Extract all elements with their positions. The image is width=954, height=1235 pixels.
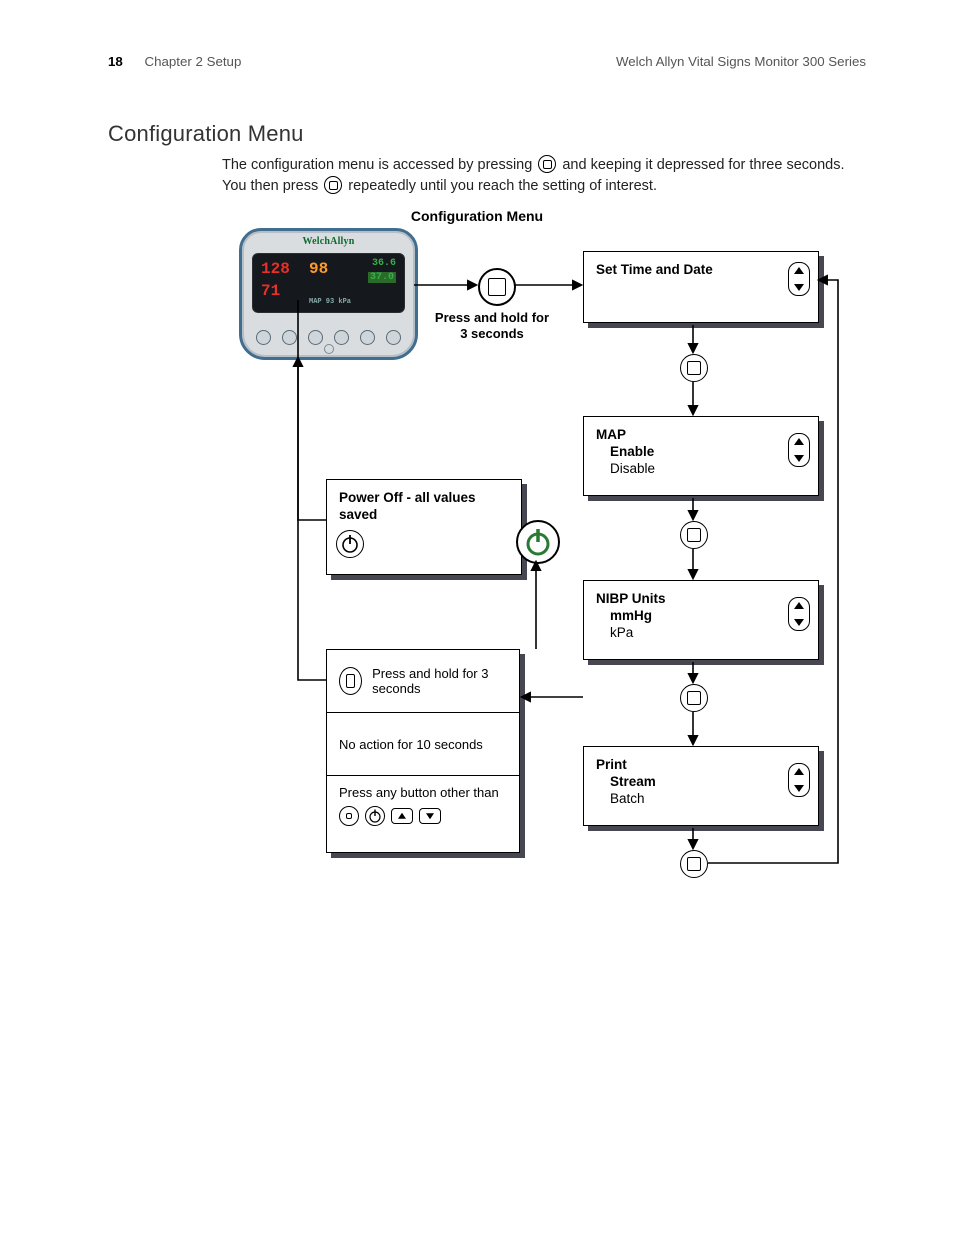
reading-sys: 128 bbox=[261, 260, 290, 278]
reading-note: MAP 93 kPa bbox=[309, 298, 351, 306]
device-stud bbox=[324, 344, 334, 354]
up-button-icon bbox=[391, 808, 413, 824]
down-button-icon bbox=[419, 808, 441, 824]
device-screen: 128 98 36.6 37.0 71 MAP 93 kPa bbox=[252, 253, 405, 313]
press-hold-label: Press and hold for 3 seconds bbox=[432, 310, 552, 341]
reading-dia: 71 bbox=[261, 282, 280, 300]
manual-page: 18 Chapter 2 Setup Welch Allyn Vital Sig… bbox=[0, 0, 954, 1235]
up-down-icon bbox=[788, 597, 810, 631]
reading-temp2: 37.0 bbox=[368, 272, 396, 283]
menu-button-icon bbox=[478, 268, 516, 306]
menu-button-icon bbox=[339, 806, 359, 826]
power-icon bbox=[336, 530, 364, 558]
figure-title: Configuration Menu bbox=[0, 208, 954, 224]
device-brand: WelchAllyn bbox=[242, 236, 415, 247]
menu-button-icon bbox=[680, 521, 708, 549]
up-down-icon bbox=[788, 433, 810, 467]
menu-button-icon bbox=[339, 667, 362, 695]
exit-conditions-stack: Press and hold for 3 seconds No action f… bbox=[326, 649, 520, 853]
menu-button-icon bbox=[680, 850, 708, 878]
cell-no-action: No action for 10 seconds bbox=[326, 713, 520, 776]
power-exit-icon bbox=[516, 520, 560, 564]
section-title: Configuration Menu bbox=[108, 121, 304, 147]
power-icon bbox=[365, 806, 385, 826]
page-header: 18 Chapter 2 Setup Welch Allyn Vital Sig… bbox=[108, 54, 866, 69]
section-intro: The configuration menu is accessed by pr… bbox=[222, 155, 862, 197]
device-button-row bbox=[256, 330, 401, 345]
node-print: Print Stream Batch bbox=[583, 746, 819, 826]
menu-button-icon bbox=[324, 176, 342, 194]
menu-button-icon bbox=[680, 684, 708, 712]
reading-temp1: 36.6 bbox=[372, 258, 396, 269]
cell-press-hold: Press and hold for 3 seconds bbox=[326, 649, 520, 713]
menu-button-icon bbox=[538, 155, 556, 173]
product-name: Welch Allyn Vital Signs Monitor 300 Seri… bbox=[616, 54, 866, 69]
node-nibp-units: NIBP Units mmHg kPa bbox=[583, 580, 819, 660]
up-down-icon bbox=[788, 763, 810, 797]
device-illustration: WelchAllyn 128 98 36.6 37.0 71 MAP 93 kP… bbox=[239, 228, 418, 360]
page-number: 18 bbox=[108, 54, 123, 69]
up-down-icon bbox=[788, 262, 810, 296]
menu-button-icon bbox=[680, 354, 708, 382]
reading-spo2: 98 bbox=[309, 260, 328, 278]
node-map: MAP Enable Disable bbox=[583, 416, 819, 496]
node-set-time-date: Set Time and Date bbox=[583, 251, 819, 323]
cell-press-any: Press any button other than bbox=[326, 776, 520, 853]
chapter-label: Chapter 2 Setup bbox=[145, 54, 242, 69]
node-power-off: Power Off - all values saved bbox=[326, 479, 522, 575]
